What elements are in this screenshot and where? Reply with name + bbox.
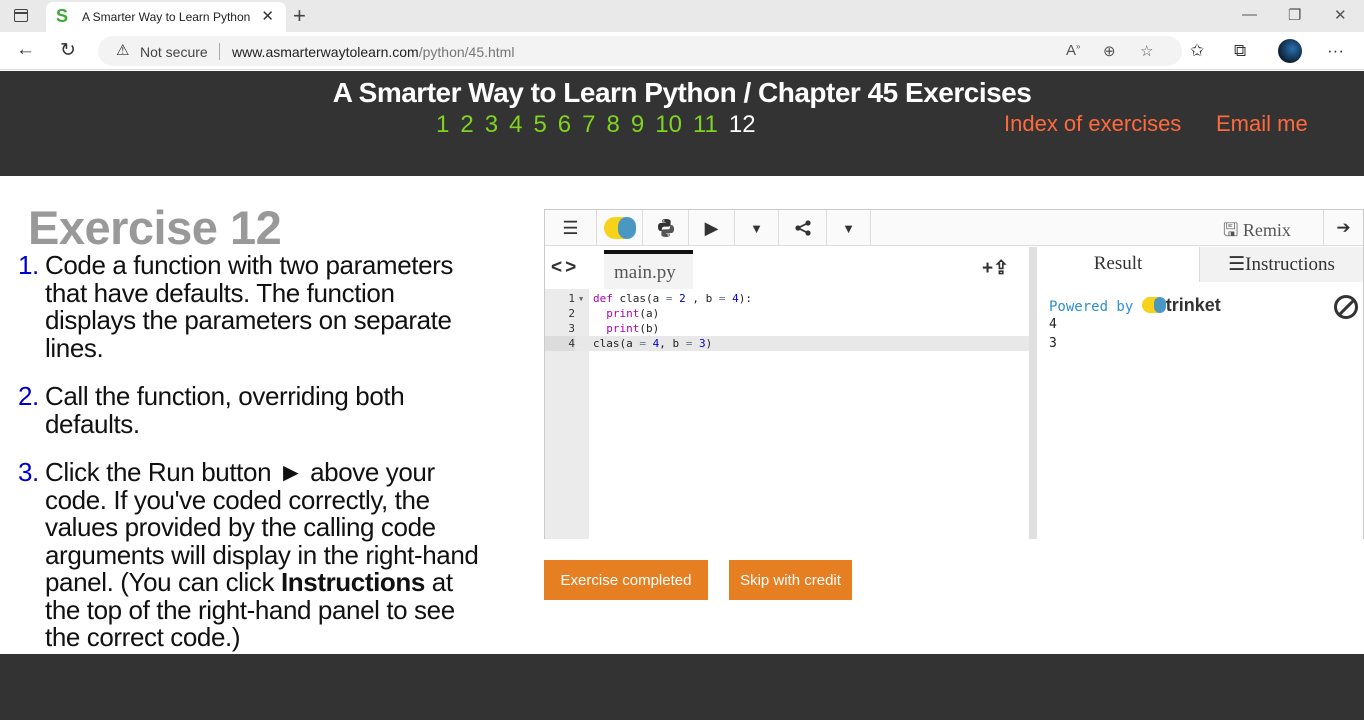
exercise-link-4[interactable]: 4: [509, 111, 522, 139]
refresh-icon[interactable]: ↻: [60, 39, 76, 62]
trinket-embed: ☰ ▶ ▼ ▼ 🖫 Remix ➔ <> main.py +⇪ 1 ▼ def cl…: [544, 209, 1364, 539]
run-icon[interactable]: ▶: [689, 210, 735, 246]
exercise-link-2[interactable]: 2: [460, 111, 473, 139]
url-separator: [219, 43, 220, 60]
remix-button[interactable]: 🖫 Remix: [1223, 218, 1291, 248]
address-bar: ← ↻ ⚠ Not secure www.asmarterwaytolearn.…: [0, 32, 1364, 70]
zoom-icon[interactable]: ⊕: [1103, 42, 1116, 60]
browser-tab-bar: S A Smarter Way to Learn Python ✕ + — ❐ …: [0, 0, 1364, 32]
step-1: 1. Code a function with two parameters t…: [18, 250, 453, 363]
url-box[interactable]: ⚠ Not secure www.asmarterwaytolearn.com/…: [98, 36, 1182, 66]
restore-icon[interactable]: ❐: [1288, 6, 1301, 24]
exercise-link-10[interactable]: 10: [655, 111, 682, 139]
code-line[interactable]: 3 print(b): [545, 321, 1029, 336]
security-label[interactable]: Not secure: [140, 44, 208, 60]
upload-icon[interactable]: ⇪: [993, 258, 1009, 279]
warning-icon[interactable]: ⚠: [116, 41, 129, 59]
share-dropdown-icon[interactable]: ▼: [827, 210, 871, 246]
exercise-steps: 1. Code a function with two parameters t…: [18, 250, 488, 673]
exercise-link-5[interactable]: 5: [533, 111, 546, 139]
url-text[interactable]: www.asmarterwaytolearn.com/python/45.htm…: [232, 44, 514, 60]
tab-title: A Smarter Way to Learn Python: [82, 10, 251, 24]
stop-icon[interactable]: [1334, 295, 1358, 319]
exercise-link-11[interactable]: 11: [693, 111, 718, 139]
file-bar: <> main.py +⇪: [545, 247, 1029, 289]
skip-with-credit-button[interactable]: Skip with credit: [729, 560, 852, 600]
exercise-link-12[interactable]: 12: [729, 111, 756, 139]
python-icon[interactable]: [643, 210, 689, 246]
favorites-icon[interactable]: ✩: [1190, 41, 1204, 61]
minimize-icon[interactable]: —: [1242, 6, 1257, 23]
exercise-link-3[interactable]: 3: [485, 111, 498, 139]
file-tab-main[interactable]: main.py: [604, 250, 693, 289]
exercise-link-7[interactable]: 7: [582, 111, 595, 139]
add-favorite-icon[interactable]: ☆: [1140, 42, 1153, 60]
exercise-completed-button[interactable]: Exercise completed: [544, 560, 708, 600]
code-line[interactable]: 1 ▼ def clas(a = 2 , b = 4):: [545, 291, 1029, 306]
email-me-link[interactable]: Email me: [1216, 111, 1308, 137]
index-of-exercises-link[interactable]: Index of exercises: [1004, 111, 1181, 137]
code-arrows-icon[interactable]: <>: [551, 257, 579, 279]
step-3: 3. Click the Run button ► above your cod…: [18, 457, 479, 652]
output-panel: Result ☰Instructions Powered by trinket …: [1037, 247, 1363, 539]
exercise-heading: Exercise 12: [28, 201, 282, 254]
run-dropdown-icon[interactable]: ▼: [735, 210, 779, 246]
tab-result[interactable]: Result: [1037, 247, 1200, 282]
exercise-link-9[interactable]: 9: [631, 111, 644, 139]
output-line: 3: [1049, 336, 1057, 351]
tab-instructions[interactable]: ☰Instructions: [1200, 247, 1363, 282]
tab-actions-icon[interactable]: [14, 9, 28, 22]
sign-in-icon[interactable]: ➔: [1323, 210, 1363, 246]
step-2: 2. Call the function, overriding both de…: [18, 381, 405, 439]
panel-divider[interactable]: [1029, 247, 1037, 539]
close-window-icon[interactable]: ✕: [1334, 6, 1347, 24]
new-tab-icon[interactable]: +: [293, 3, 306, 29]
output-tabs: Result ☰Instructions: [1037, 247, 1363, 282]
code-line[interactable]: 4 clas(a = 4, b = 3): [545, 336, 1029, 351]
exercise-link-1[interactable]: 1: [436, 111, 449, 139]
code-area[interactable]: 1 ▼ def clas(a = 2 , b = 4): 2 print(a) 3 …: [545, 291, 1029, 351]
exercise-link-6[interactable]: 6: [558, 111, 571, 139]
close-tab-icon[interactable]: ✕: [261, 7, 274, 25]
code-line[interactable]: 2 print(a): [545, 306, 1029, 321]
back-icon[interactable]: ←: [16, 39, 35, 61]
site-footer: [0, 654, 1364, 720]
browser-tab[interactable]: S A Smarter Way to Learn Python ✕: [46, 2, 286, 32]
trinket-toolbar: ☰ ▶ ▼ ▼ 🖫 Remix ➔: [545, 210, 1363, 246]
menu-icon[interactable]: ☰: [545, 210, 597, 246]
collections-icon[interactable]: ⧉: [1234, 41, 1246, 61]
code-editor-panel: <> main.py +⇪ 1 ▼ def clas(a = 2 , b = 4):…: [545, 247, 1029, 539]
trinket-logo-icon[interactable]: [597, 210, 643, 246]
powered-by[interactable]: Powered by trinket: [1049, 295, 1221, 316]
site-header: A Smarter Way to Learn Python / Chapter …: [0, 71, 1364, 176]
add-file-icon[interactable]: +⇪: [982, 257, 1009, 280]
profile-avatar[interactable]: [1278, 39, 1302, 63]
share-icon[interactable]: [779, 210, 827, 246]
more-icon[interactable]: ···: [1327, 41, 1344, 61]
program-output: 4 3: [1049, 315, 1057, 353]
output-line: 4: [1049, 317, 1057, 332]
page-title: A Smarter Way to Learn Python / Chapter …: [332, 77, 1032, 108]
exercise-link-8[interactable]: 8: [607, 111, 620, 139]
remix-icon: 🖫: [1223, 220, 1239, 240]
site-favicon-icon: S: [56, 6, 69, 26]
trinket-mini-logo-icon: [1141, 297, 1166, 313]
read-aloud-icon[interactable]: A»: [1066, 42, 1080, 59]
list-icon: ☰: [1228, 254, 1246, 275]
exercise-nav: 1 2 3 4 5 6 7 8 9 10 11 12: [436, 111, 767, 139]
